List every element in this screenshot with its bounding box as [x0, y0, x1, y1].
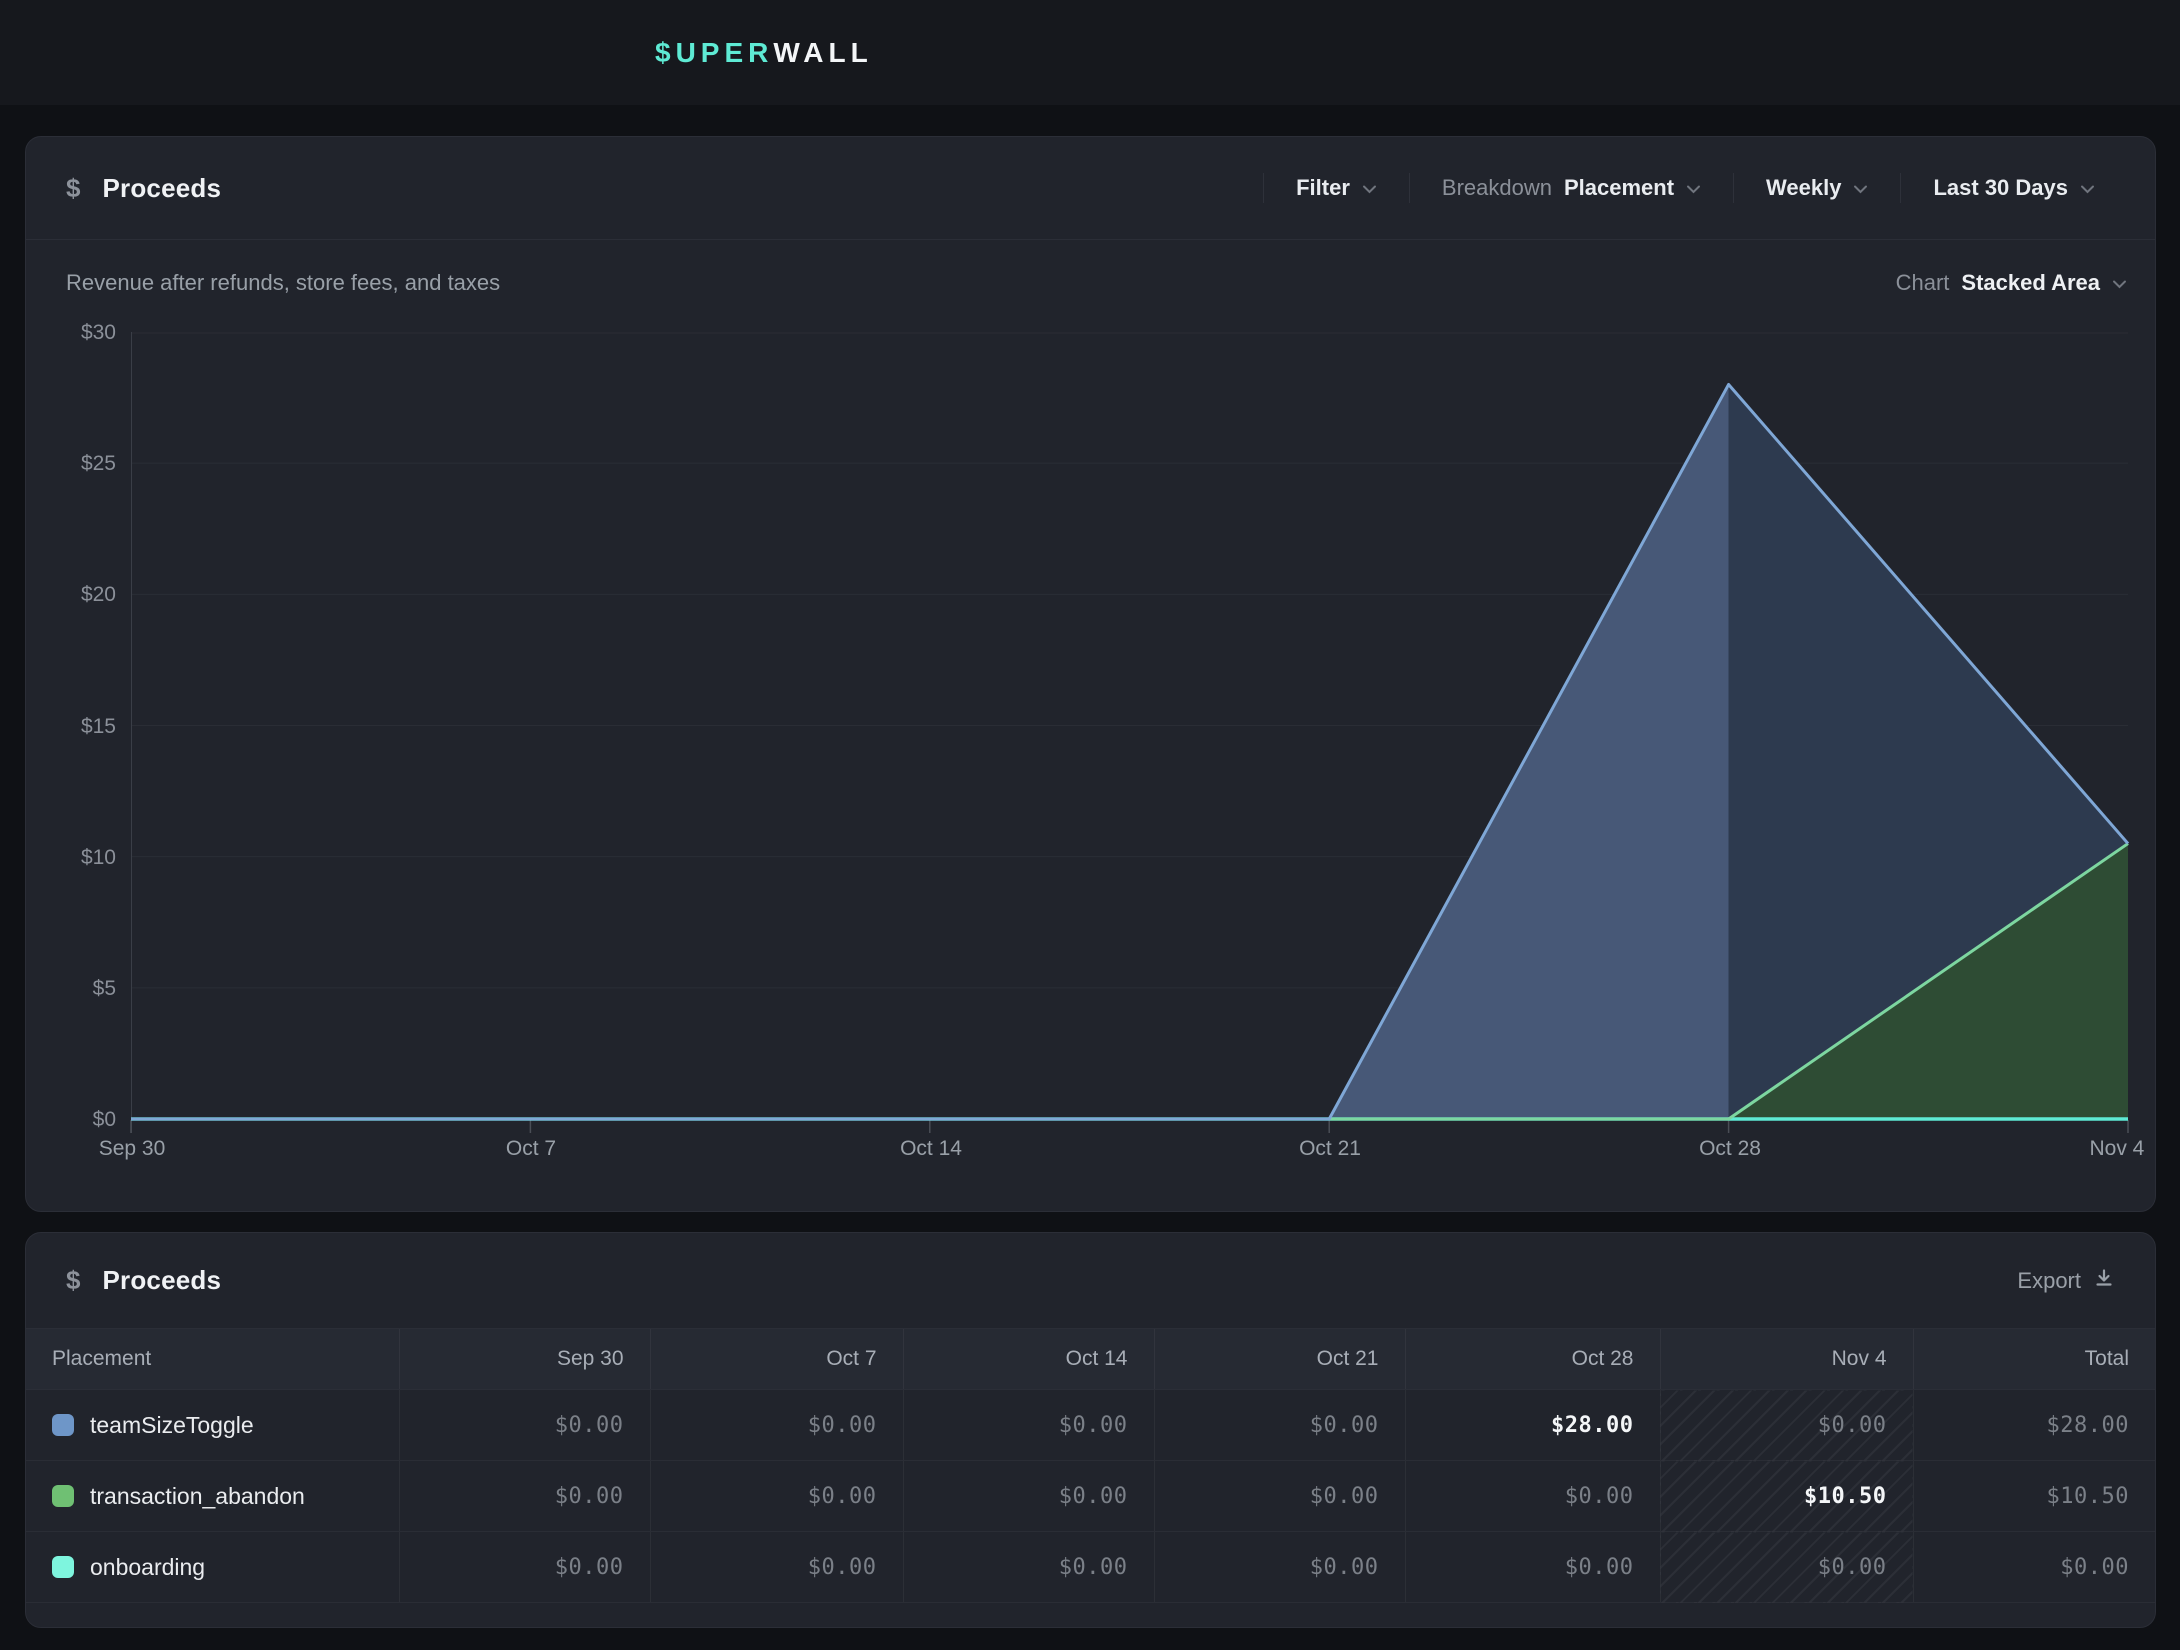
- chart-subrow: Revenue after refunds, store fees, and t…: [26, 240, 2155, 326]
- chart-panel-header: $ Proceeds Filter Breakdown Placement: [26, 137, 2155, 240]
- filter-label: Filter: [1296, 175, 1350, 201]
- logo-prefix: $UPER: [655, 37, 773, 69]
- value-cell: $0.00: [903, 1532, 1154, 1603]
- table-title: Proceeds: [102, 1265, 221, 1296]
- value-cell: $0.00: [650, 1461, 903, 1532]
- y-axis-tick: $30: [34, 320, 116, 346]
- x-axis-tick: Oct 7: [506, 1137, 556, 1161]
- value-cell: $0.00: [1154, 1532, 1405, 1603]
- y-axis-tick: $15: [34, 714, 116, 740]
- proceeds-chart-panel: $ Proceeds Filter Breakdown Placement: [25, 136, 2156, 1212]
- value-cell: $0.00: [399, 1461, 650, 1532]
- chart-type-dropdown[interactable]: Chart Stacked Area: [1896, 270, 2127, 296]
- breakdown-dropdown[interactable]: Breakdown Placement: [1410, 137, 1733, 239]
- chart-controls: Filter Breakdown Placement Weekly: [1263, 137, 2155, 239]
- export-button[interactable]: Export: [2017, 1267, 2155, 1295]
- placement-cell: transaction_abandon: [26, 1461, 399, 1532]
- date-range-dropdown[interactable]: Last 30 Days: [1901, 137, 2127, 239]
- interval-value: Weekly: [1766, 175, 1841, 201]
- col-header-nov4: Nov 4: [1660, 1329, 1913, 1390]
- y-axis-tick: $5: [34, 976, 116, 1002]
- x-axis-tick: Sep 30: [99, 1137, 166, 1161]
- value-cell: $0.00: [903, 1390, 1154, 1461]
- value-cell: $0.00: [1154, 1390, 1405, 1461]
- interval-dropdown[interactable]: Weekly: [1734, 137, 1900, 239]
- chevron-down-icon: [1686, 181, 1701, 199]
- export-label: Export: [2017, 1268, 2081, 1294]
- value-cell: $0.00: [650, 1390, 903, 1461]
- value-cell: $0.00: [650, 1532, 903, 1603]
- total-cell: $10.50: [1913, 1461, 2155, 1532]
- col-header-oct14: Oct 14: [903, 1329, 1154, 1390]
- superwall-logo: $UPERWALL: [655, 0, 873, 105]
- x-axis-tick: Oct 14: [900, 1137, 962, 1161]
- proceeds-table: Placement Sep 30 Oct 7 Oct 14 Oct 21 Oct…: [26, 1328, 2155, 1603]
- col-header-oct21: Oct 21: [1154, 1329, 1405, 1390]
- value-cell: $0.00: [1405, 1532, 1660, 1603]
- area-teamSizeToggle: [131, 384, 2128, 1119]
- y-axis-tick: $0: [34, 1107, 116, 1133]
- col-header-oct28: Oct 28: [1405, 1329, 1660, 1390]
- placement-cell: onboarding: [26, 1532, 399, 1603]
- stacked-area-chart[interactable]: [131, 332, 2128, 1134]
- breakdown-label: Breakdown: [1442, 175, 1552, 201]
- table-header-row: Placement Sep 30 Oct 7 Oct 14 Oct 21 Oct…: [26, 1329, 2155, 1390]
- y-axis-tick: $20: [34, 582, 116, 608]
- series-swatch: [52, 1556, 74, 1578]
- x-axis-tick: Oct 21: [1299, 1137, 1361, 1161]
- dollar-icon: $: [66, 1265, 80, 1296]
- x-axis-ticks: [131, 1120, 2128, 1133]
- x-axis-tick: Nov 4: [2090, 1137, 2145, 1161]
- col-header-placement: Placement: [26, 1329, 399, 1390]
- value-cell: $28.00: [1405, 1390, 1660, 1461]
- dollar-icon: $: [66, 173, 80, 204]
- value-cell-forecast: $0.00: [1660, 1390, 1913, 1461]
- y-axis-tick: $25: [34, 451, 116, 477]
- logo-suffix: WALL: [773, 37, 872, 69]
- col-header-oct7: Oct 7: [650, 1329, 903, 1390]
- breakdown-value: Placement: [1564, 175, 1674, 201]
- page-title: Proceeds: [102, 173, 221, 204]
- x-axis-tick: Oct 28: [1699, 1137, 1761, 1161]
- series-swatch: [52, 1485, 74, 1507]
- col-header-total: Total: [1913, 1329, 2155, 1390]
- chart-type-value: Stacked Area: [1961, 270, 2100, 296]
- chevron-down-icon: [1853, 181, 1868, 199]
- value-cell: $0.00: [399, 1390, 650, 1461]
- series-swatch: [52, 1414, 74, 1436]
- y-axis-tick: $10: [34, 845, 116, 871]
- table-row: transaction_abandon $0.00 $0.00 $0.00 $0…: [26, 1461, 2155, 1532]
- total-cell: $0.00: [1913, 1532, 2155, 1603]
- chevron-down-icon: [2112, 276, 2127, 294]
- table-row: onboarding $0.00 $0.00 $0.00 $0.00 $0.00…: [26, 1532, 2155, 1603]
- value-cell-forecast: $10.50: [1660, 1461, 1913, 1532]
- topbar: $UPERWALL: [0, 0, 2180, 105]
- table-panel-header: $ Proceeds Export: [26, 1233, 2155, 1328]
- col-header-sep30: Sep 30: [399, 1329, 650, 1390]
- value-cell-forecast: $0.00: [1660, 1532, 1913, 1603]
- chevron-down-icon: [1362, 181, 1377, 199]
- placement-cell: teamSizeToggle: [26, 1390, 399, 1461]
- table-row: teamSizeToggle $0.00 $0.00 $0.00 $0.00 $…: [26, 1390, 2155, 1461]
- value-cell: $0.00: [1405, 1461, 1660, 1532]
- placement-name: transaction_abandon: [90, 1483, 305, 1510]
- proceeds-table-panel: $ Proceeds Export Placement Sep 30 Oct 7…: [25, 1232, 2156, 1628]
- placement-name: teamSizeToggle: [90, 1412, 254, 1439]
- filter-dropdown[interactable]: Filter: [1264, 137, 1409, 239]
- value-cell: $0.00: [399, 1532, 650, 1603]
- value-cell: $0.00: [903, 1461, 1154, 1532]
- value-cell: $0.00: [1154, 1461, 1405, 1532]
- placement-name: onboarding: [90, 1554, 205, 1581]
- chart-subtitle: Revenue after refunds, store fees, and t…: [66, 270, 500, 296]
- download-icon: [2093, 1267, 2115, 1295]
- total-cell: $28.00: [1913, 1390, 2155, 1461]
- date-range-value: Last 30 Days: [1933, 175, 2068, 201]
- chart-type-label: Chart: [1896, 270, 1950, 296]
- chevron-down-icon: [2080, 181, 2095, 199]
